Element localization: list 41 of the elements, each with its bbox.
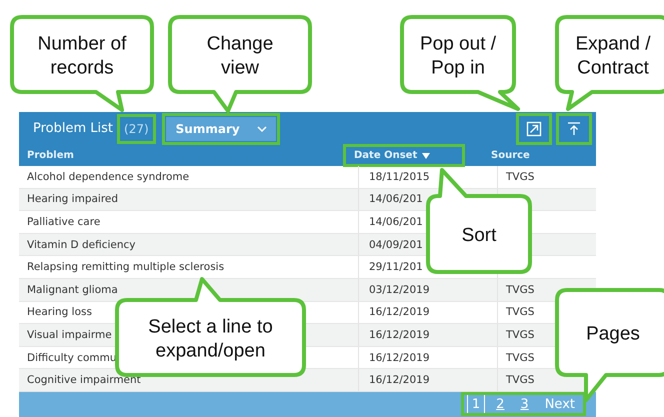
page-link[interactable]: 1 — [466, 394, 486, 414]
table-cell: Relapsing remitting multiple sclerosis — [27, 261, 224, 274]
table-cell: Hearing loss — [27, 306, 92, 318]
table-cell: TVGS — [506, 374, 534, 386]
table-cell: TVGS — [506, 328, 534, 341]
table-cell: 16/12/2019 — [369, 352, 430, 364]
table-cell: TVGS — [506, 306, 534, 318]
callout: Change view — [168, 15, 312, 113]
table-cell: 18/11/2015 — [369, 170, 430, 183]
table-cell: 04/09/201 — [369, 238, 423, 251]
arrow-up-bar-icon — [566, 120, 582, 136]
table-cell: Alcohol dependence syndrome — [27, 170, 190, 183]
table-cell: 16/12/2019 — [369, 306, 430, 318]
table-cell: 16/12/2019 — [369, 374, 430, 386]
column-header[interactable]: Date Onset — [344, 145, 464, 166]
page-link[interactable]: 3 — [515, 394, 534, 414]
table-cell: 29/11/201 — [369, 261, 423, 274]
table-cell: TVGS — [506, 284, 534, 296]
table-cell: 14/06/201 — [369, 193, 423, 206]
table-cell: Vitamin D deficiency — [27, 238, 136, 251]
callout: Number of records — [10, 15, 154, 112]
table-cell: Hearing impaired — [27, 193, 118, 206]
table-cell: 14/06/201 — [369, 216, 423, 228]
table-cell: Palliative care — [27, 216, 100, 228]
page-link[interactable]: 2 — [491, 394, 510, 414]
pop-out-icon — [526, 120, 542, 136]
panel-title: Problem List — [33, 121, 114, 136]
column-header[interactable]: Source — [483, 145, 582, 166]
callout: Pop out / Pop in — [400, 15, 520, 111]
table-cell: TVGS — [506, 352, 534, 364]
table-cell: Visual impairme — [27, 328, 112, 341]
table-cell: 03/12/2019 — [369, 284, 430, 296]
table-cell: Difficulty commu — [27, 352, 116, 364]
table-cell: TVGS — [506, 170, 534, 183]
chevron-down-icon — [256, 124, 268, 132]
sort-arrow-icon — [422, 152, 430, 158]
callout: Expand / Contract — [555, 15, 664, 111]
table-cell: Cognitive impairment — [27, 374, 141, 386]
view-dropdown[interactable]: Summary — [166, 116, 276, 140]
table-cell: Malignant glioma — [27, 284, 118, 296]
table-cell: 16/12/2019 — [369, 328, 430, 341]
